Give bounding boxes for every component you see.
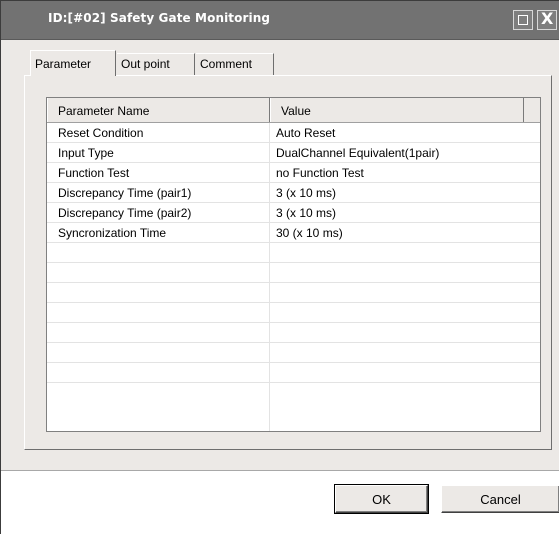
table-row[interactable]: Function Test no Function Test [47, 163, 540, 183]
tab-comment[interactable]: Comment [196, 53, 274, 75]
column-header-parameter-name[interactable]: Parameter Name [47, 98, 270, 122]
maximize-icon[interactable] [513, 10, 533, 30]
parameter-name-cell: Discrepancy Time (pair2) [58, 206, 192, 220]
tab-out-point[interactable]: Out point [117, 53, 195, 75]
parameter-name-cell: Function Test [58, 166, 130, 180]
parameter-value-cell: 30 (x 10 ms) [276, 226, 343, 240]
cancel-button[interactable]: Cancel [441, 485, 559, 513]
table-row[interactable] [47, 363, 540, 383]
table-row[interactable]: Syncronization Time 30 (x 10 ms) [47, 223, 540, 243]
column-header-value[interactable]: Value [270, 98, 524, 122]
list-header: Parameter Name Value [47, 98, 540, 123]
table-row[interactable] [47, 343, 540, 363]
title-bar[interactable]: ID:[#02] Safety Gate Monitoring X [1, 1, 559, 40]
table-row[interactable]: Discrepancy Time (pair1) 3 (x 10 ms) [47, 183, 540, 203]
parameter-name-cell: Discrepancy Time (pair1) [58, 186, 192, 200]
list-rows: Reset Condition Auto Reset Input Type DualC… [47, 123, 540, 383]
window-title: ID:[#02] Safety Gate Monitoring [48, 11, 271, 25]
parameter-name-cell: Input Type [58, 146, 114, 160]
tab-parameter[interactable]: Parameter [30, 50, 116, 76]
table-row[interactable] [47, 263, 540, 283]
parameter-value-cell: 3 (x 10 ms) [276, 186, 337, 200]
table-row[interactable] [47, 323, 540, 343]
parameter-name-cell: Reset Condition [58, 126, 144, 140]
table-row[interactable]: Discrepancy Time (pair2) 3 (x 10 ms) [47, 203, 540, 223]
close-glyph: X [541, 9, 554, 28]
dialog-window: ID:[#02] Safety Gate Monitoring X Parame… [0, 0, 559, 535]
table-row[interactable]: Input Type DualChannel Equivalent(1pair) [47, 143, 540, 163]
parameter-value-cell: DualChannel Equivalent(1pair) [276, 146, 440, 160]
close-icon[interactable]: X [537, 9, 557, 30]
ok-button[interactable]: OK [334, 484, 429, 514]
table-row[interactable] [47, 243, 540, 263]
table-row[interactable] [47, 303, 540, 323]
parameter-list[interactable]: Parameter Name Value Reset Condition Auto… [46, 97, 541, 432]
table-row[interactable] [47, 283, 540, 303]
parameter-name-cell: Syncronization Time [58, 226, 167, 240]
parameter-value-cell: 3 (x 10 ms) [276, 206, 337, 220]
parameter-value-cell: no Function Test [276, 166, 364, 180]
table-row[interactable]: Reset Condition Auto Reset [47, 123, 540, 143]
parameter-value-cell: Auto Reset [276, 126, 336, 140]
